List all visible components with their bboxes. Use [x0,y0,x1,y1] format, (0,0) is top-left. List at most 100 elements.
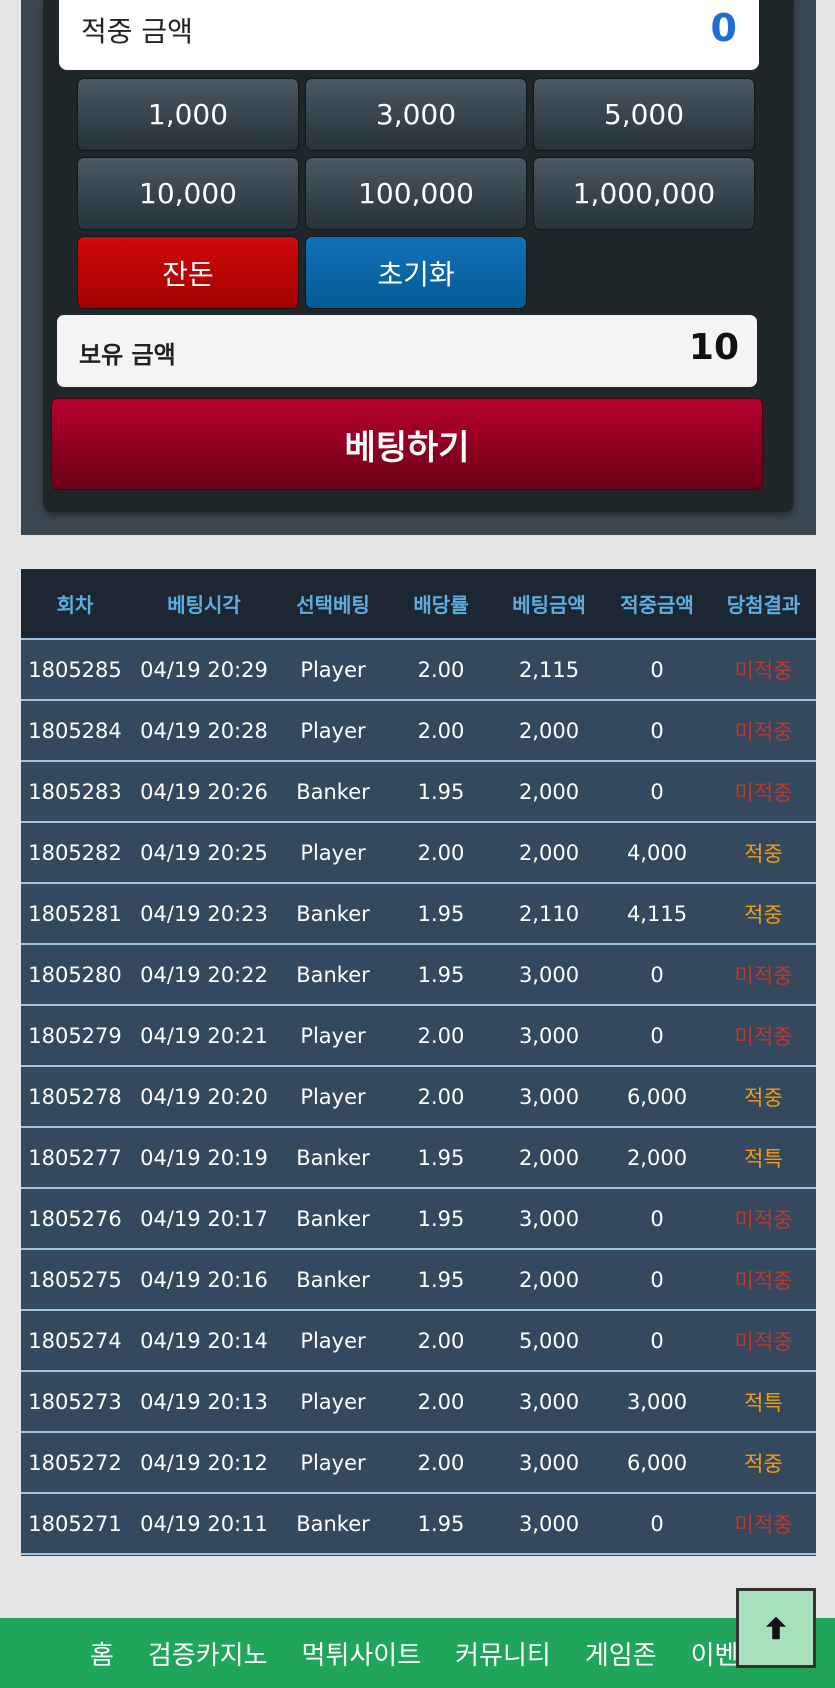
cell-odds: 1.95 [417,1267,465,1292]
scroll-top-button[interactable] [736,1588,816,1668]
cell-bet-time: 04/19 20:22 [140,962,268,987]
header-hit-amount: 적중금액 [620,593,694,617]
header-selection: 선택베팅 [296,593,370,617]
cell-odds: 1.95 [417,779,465,804]
table-row: 1805273 04/19 20:13 Player 2.00 3,000 3,000 적특 [21,1372,816,1433]
cell-odds: 1.95 [417,1511,465,1536]
cell-odds: 2.00 [417,657,465,682]
cell-round: 1805283 [28,779,122,804]
cell-bet-time: 04/19 20:28 [140,718,268,743]
cell-selection: Player [300,1328,366,1353]
cell-bet-amount: 2,000 [518,840,580,865]
cell-odds: 1.95 [417,901,465,926]
cell-bet-time: 04/19 20:29 [140,657,268,682]
cell-bet-amount: 3,000 [518,1450,580,1475]
cell-round: 1805279 [28,1023,122,1048]
chip-button-1000000[interactable]: 1,000,000 [533,157,755,230]
nav-item-home[interactable]: 홈 [90,1635,114,1672]
table-row: 1805285 04/19 20:29 Player 2.00 2,115 0 미적중 [21,640,816,701]
cell-hit-amount: 0 [650,779,664,804]
cell-hit-amount: 0 [650,962,664,987]
table-row: 1805279 04/19 20:21 Player 2.00 3,000 0 미적중 [21,1006,816,1067]
cell-bet-amount: 3,000 [518,1389,580,1414]
balance-button[interactable]: 잔돈 [77,236,299,309]
cell-round: 1805284 [28,718,122,743]
cell-selection: Banker [296,1267,370,1292]
hold-amount-box: 보유 금액 10 [57,315,757,387]
cell-selection: Banker [296,779,370,804]
reset-button[interactable]: 초기화 [305,236,527,309]
cell-round: 1805281 [28,901,122,926]
table-row: 1805277 04/19 20:19 Banker 1.95 2,000 2,000 적특 [21,1128,816,1189]
table-row: 1805284 04/19 20:28 Player 2.00 2,000 0 미적중 [21,701,816,762]
header-odds: 배당률 [413,593,469,617]
cell-result: 적특 [744,1146,783,1171]
cell-bet-time: 04/19 20:17 [140,1206,268,1231]
cell-result: 적특 [744,1390,783,1415]
cell-selection: Player [300,718,366,743]
table-row: 1805272 04/19 20:12 Player 2.00 3,000 6,000 적중 [21,1433,816,1494]
cell-round: 1805273 [28,1389,122,1414]
chip-button-100000[interactable]: 100,000 [305,157,527,230]
cell-bet-amount: 2,000 [518,1145,580,1170]
chip-button-10000[interactable]: 10,000 [77,157,299,230]
cell-result: 미적중 [734,1207,793,1232]
hold-amount-label: 보유 금액 [79,341,176,369]
bet-history-table: 회차 베팅시각 선택베팅 배당률 베팅금액 적중금액 당첨결과 1805285 0… [21,569,816,1556]
cell-odds: 2.00 [417,1084,465,1109]
table-body: 1805285 04/19 20:29 Player 2.00 2,115 0 미적중 180… [21,640,816,1555]
cell-odds: 1.95 [417,1145,465,1170]
cell-result: 적중 [744,902,783,927]
cell-round: 1805277 [28,1145,122,1170]
cell-hit-amount: 0 [650,1328,664,1353]
table-header: 회차 베팅시각 선택베팅 배당률 베팅금액 적중금액 당첨결과 [21,569,816,640]
cell-result: 미적중 [734,963,793,988]
cell-hit-amount: 2,000 [626,1145,688,1170]
nav-item-game-zone[interactable]: 게임존 [585,1635,657,1672]
nav-item-verified-casino[interactable]: 검증카지노 [148,1635,268,1672]
cell-hit-amount: 0 [650,1023,664,1048]
cell-hit-amount: 0 [650,1511,664,1536]
table-row: 1805276 04/19 20:17 Banker 1.95 3,000 0 미적중 [21,1189,816,1250]
cell-hit-amount: 0 [650,1206,664,1231]
cell-bet-amount: 3,000 [518,962,580,987]
cell-selection: Banker [296,901,370,926]
cell-hit-amount: 6,000 [626,1450,688,1475]
chip-button-1000[interactable]: 1,000 [77,78,299,151]
header-result: 당첨결과 [726,593,801,617]
hold-amount-value: 10 [688,327,739,368]
cell-result: 적중 [744,841,783,866]
cell-bet-amount: 2,115 [518,657,580,682]
cell-selection: Banker [296,1511,370,1536]
cell-bet-amount: 3,000 [518,1023,580,1048]
chip-button-3000[interactable]: 3,000 [305,78,527,151]
cell-bet-time: 04/19 20:11 [140,1511,268,1536]
nav-item-scam-sites[interactable]: 먹튀사이트 [302,1635,422,1672]
chip-button-5000[interactable]: 5,000 [533,78,755,151]
cell-round: 1805271 [28,1511,122,1536]
cell-bet-amount: 5,000 [518,1328,580,1353]
cell-selection: Player [300,657,366,682]
place-bet-button[interactable]: 베팅하기 [51,398,763,490]
cell-result: 적중 [744,1451,783,1476]
cell-round: 1805275 [28,1267,122,1292]
cell-round: 1805272 [28,1450,122,1475]
table-row: 1805282 04/19 20:25 Player 2.00 2,000 4,000 적중 [21,823,816,884]
nav-item-community[interactable]: 커뮤니티 [455,1635,551,1672]
cell-result: 미적중 [734,1512,793,1537]
table-row: 1805271 04/19 20:11 Banker 1.95 3,000 0 미적중 [21,1494,816,1555]
cell-odds: 2.00 [417,1389,465,1414]
cell-result: 적중 [744,1085,783,1110]
cell-odds: 1.95 [417,962,465,987]
arrow-up-icon [766,1616,786,1640]
cell-bet-time: 04/19 20:13 [140,1389,268,1414]
cell-bet-amount: 2,110 [518,901,580,926]
table-row: 1805283 04/19 20:26 Banker 1.95 2,000 0 미적중 [21,762,816,823]
cell-odds: 2.00 [417,1023,465,1048]
header-bet-time: 베팅시각 [167,593,241,617]
cell-result: 미적중 [734,1024,793,1049]
cell-round: 1805278 [28,1084,122,1109]
cell-selection: Player [300,1389,366,1414]
cell-odds: 1.95 [417,1206,465,1231]
cell-result: 미적중 [734,1329,793,1354]
